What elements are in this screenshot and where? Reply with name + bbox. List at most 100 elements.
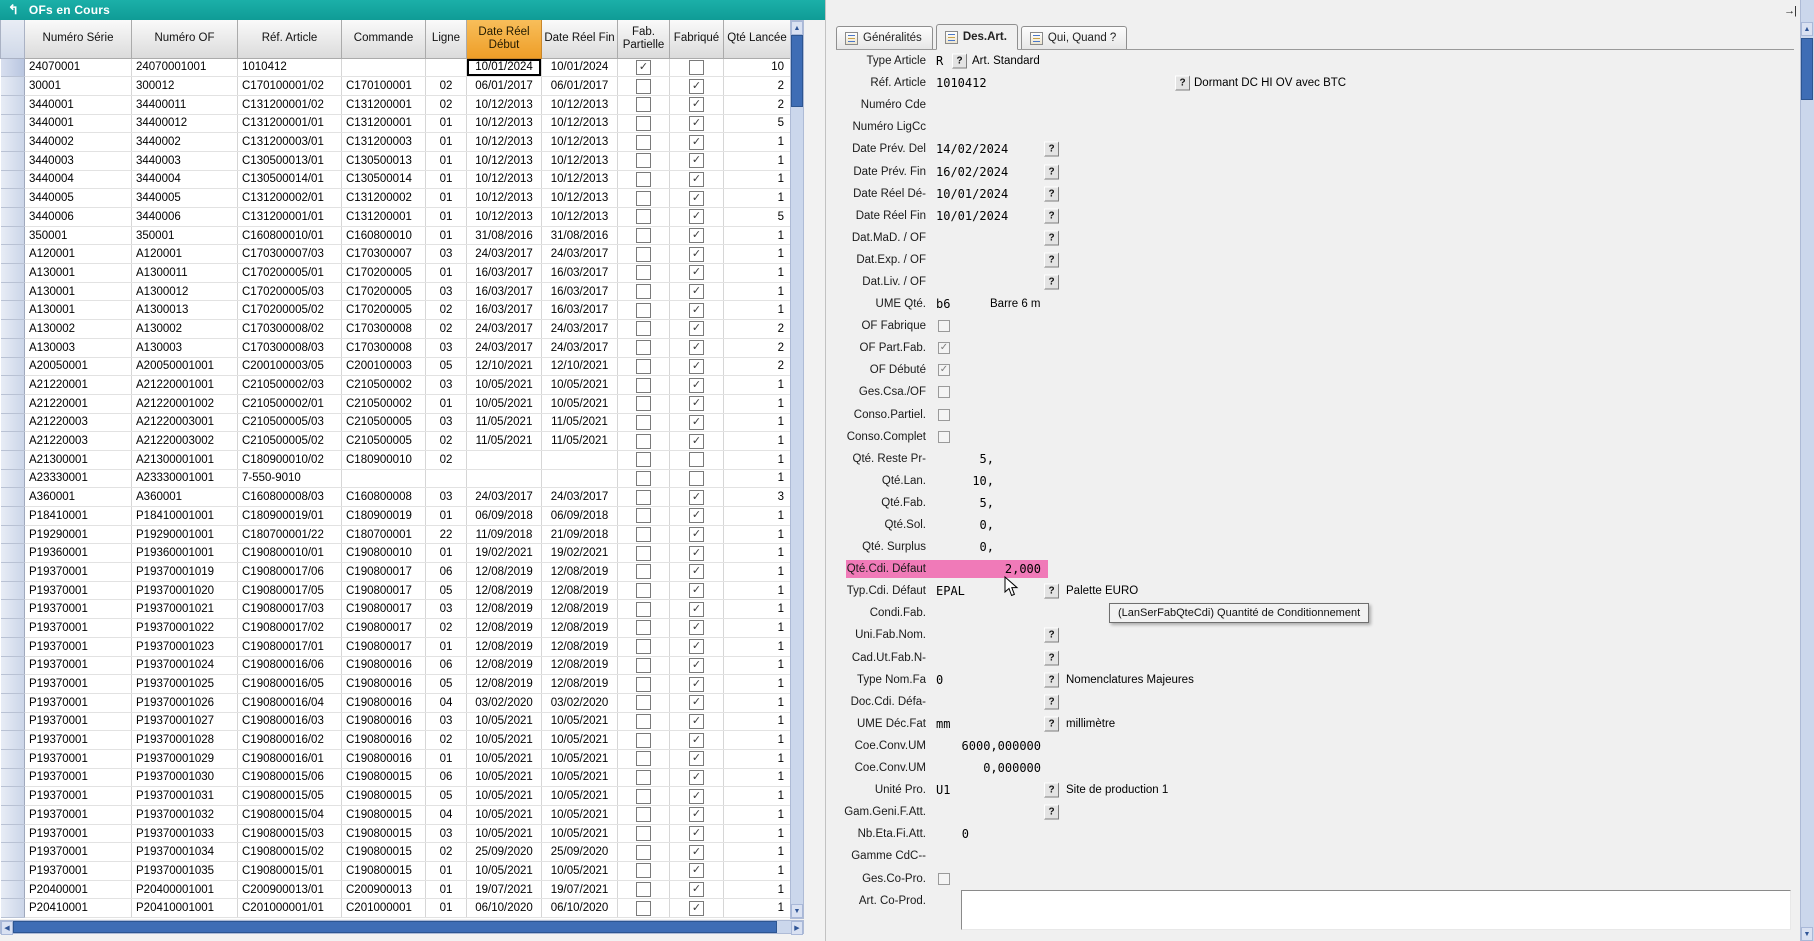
cell-fin[interactable]: 10/12/2013: [542, 170, 618, 189]
cell-fabp[interactable]: [618, 338, 670, 357]
cell-of[interactable]: A1300012: [132, 282, 238, 301]
cell-of[interactable]: 300012: [132, 77, 238, 96]
cell-ref[interactable]: C190800016/03: [238, 712, 342, 731]
cell-fabp[interactable]: [618, 226, 670, 245]
fabrique-checkbox[interactable]: ✓: [689, 116, 704, 131]
cell-ligne[interactable]: 03: [426, 712, 467, 731]
cell-cmd[interactable]: C190800016: [342, 675, 426, 694]
cell-cmd[interactable]: C190800016: [342, 656, 426, 675]
cell-qte[interactable]: 1: [724, 862, 791, 881]
cell-ligne[interactable]: 01: [426, 880, 467, 899]
row-selector[interactable]: [1, 264, 25, 283]
field-checkbox[interactable]: [938, 431, 950, 443]
cell-ref[interactable]: C190800016/02: [238, 731, 342, 750]
fab-partielle-checkbox[interactable]: [636, 97, 651, 112]
grid-horizontal-scrollbar[interactable]: ◀ ▶: [0, 920, 804, 934]
cell-fab[interactable]: ✓: [670, 376, 724, 395]
cell-qte[interactable]: 1: [724, 450, 791, 469]
cell-cmd[interactable]: C190800017: [342, 619, 426, 638]
cell-fabp[interactable]: [618, 151, 670, 170]
fab-partielle-checkbox[interactable]: [636, 321, 651, 336]
cell-ligne[interactable]: 03: [426, 376, 467, 395]
cell-fin[interactable]: 24/03/2017: [542, 488, 618, 507]
cell-debut[interactable]: 24/03/2017: [467, 320, 542, 339]
cell-ref[interactable]: C170300008/03: [238, 338, 342, 357]
column-header-ref[interactable]: Réf. Article: [238, 20, 342, 58]
cell-debut[interactable]: 19/02/2021: [467, 544, 542, 563]
cell-of[interactable]: P19360001001: [132, 544, 238, 563]
cell-serie[interactable]: 30001: [25, 77, 132, 96]
fab-partielle-checkbox[interactable]: [636, 770, 651, 785]
cell-qte[interactable]: 1: [724, 189, 791, 208]
cell-cmd[interactable]: C131200001: [342, 114, 426, 133]
cell-of[interactable]: A21220003001: [132, 413, 238, 432]
cell-ligne[interactable]: 01: [426, 507, 467, 526]
fabrique-checkbox[interactable]: ✓: [689, 564, 704, 579]
cell-cmd[interactable]: C130500014: [342, 170, 426, 189]
cell-debut[interactable]: 16/03/2017: [467, 282, 542, 301]
cell-ligne[interactable]: 03: [426, 338, 467, 357]
cell-ref[interactable]: C190800010/01: [238, 544, 342, 563]
cell-cmd[interactable]: C190800015: [342, 787, 426, 806]
cell-fab[interactable]: ✓: [670, 488, 724, 507]
cell-fab[interactable]: ✓: [670, 189, 724, 208]
field-value[interactable]: 10/01/2024: [936, 187, 1036, 201]
cell-serie[interactable]: A120001: [25, 245, 132, 264]
fab-partielle-checkbox[interactable]: [636, 620, 651, 635]
cell-fabp[interactable]: [618, 731, 670, 750]
cell-of[interactable]: 3440004: [132, 170, 238, 189]
cell-debut[interactable]: 10/05/2021: [467, 749, 542, 768]
scroll-up-button[interactable]: ▲: [1801, 22, 1813, 36]
fab-partielle-checkbox[interactable]: [636, 340, 651, 355]
cell-cmd[interactable]: C190800010: [342, 544, 426, 563]
field-value[interactable]: 0: [936, 673, 1036, 687]
fabrique-checkbox[interactable]: ✓: [689, 303, 704, 318]
fabrique-checkbox[interactable]: ✓: [689, 639, 704, 654]
cell-of[interactable]: P19370001019: [132, 563, 238, 582]
cell-qte[interactable]: 1: [724, 432, 791, 451]
cell-ligne[interactable]: 05: [426, 787, 467, 806]
fabrique-checkbox[interactable]: ✓: [689, 434, 704, 449]
cell-serie[interactable]: P19370001: [25, 693, 132, 712]
fab-partielle-checkbox[interactable]: [636, 434, 651, 449]
cell-of[interactable]: P20400001001: [132, 880, 238, 899]
cell-of[interactable]: A120001: [132, 245, 238, 264]
field-value[interactable]: 5,: [936, 496, 994, 510]
fab-partielle-checkbox[interactable]: ✓: [636, 60, 651, 75]
cell-ref[interactable]: C131200002/01: [238, 189, 342, 208]
cell-fin[interactable]: 06/01/2017: [542, 77, 618, 96]
cell-qte[interactable]: 1: [724, 899, 791, 918]
fab-partielle-checkbox[interactable]: [636, 153, 651, 168]
cell-serie[interactable]: P19370001: [25, 806, 132, 825]
cell-serie[interactable]: 24070001: [25, 58, 132, 77]
cell-fin[interactable]: 12/08/2019: [542, 600, 618, 619]
cell-fabp[interactable]: [618, 600, 670, 619]
cell-fabp[interactable]: [618, 507, 670, 526]
cell-qte[interactable]: 1: [724, 282, 791, 301]
row-selector[interactable]: [1, 768, 25, 787]
cell-cmd[interactable]: C170200005: [342, 282, 426, 301]
row-selector[interactable]: [1, 77, 25, 96]
cell-ref[interactable]: C131200001/01: [238, 208, 342, 227]
cell-ref[interactable]: C131200001/01: [238, 114, 342, 133]
cell-fin[interactable]: 10/05/2021: [542, 862, 618, 881]
cell-fin[interactable]: 31/08/2016: [542, 226, 618, 245]
row-selector[interactable]: [1, 693, 25, 712]
cell-serie[interactable]: 3440005: [25, 189, 132, 208]
cell-cmd[interactable]: C190800015: [342, 843, 426, 862]
cell-ligne[interactable]: 02: [426, 731, 467, 750]
fabrique-checkbox[interactable]: ✓: [689, 845, 704, 860]
cell-of[interactable]: P19370001027: [132, 712, 238, 731]
cell-of[interactable]: 3440006: [132, 208, 238, 227]
fabrique-checkbox[interactable]: ✓: [689, 191, 704, 206]
cell-debut[interactable]: 03/02/2020: [467, 693, 542, 712]
cell-fabp[interactable]: [618, 469, 670, 488]
field-value[interactable]: 14/02/2024: [936, 142, 1036, 156]
cell-ref[interactable]: C131200001/02: [238, 95, 342, 114]
help-button[interactable]: ?: [1044, 230, 1059, 245]
cell-debut[interactable]: 10/01/2024: [467, 58, 542, 77]
cell-of[interactable]: A23330001001: [132, 469, 238, 488]
cell-fab[interactable]: [670, 450, 724, 469]
cell-ligne[interactable]: 06: [426, 656, 467, 675]
cell-serie[interactable]: P19370001: [25, 749, 132, 768]
